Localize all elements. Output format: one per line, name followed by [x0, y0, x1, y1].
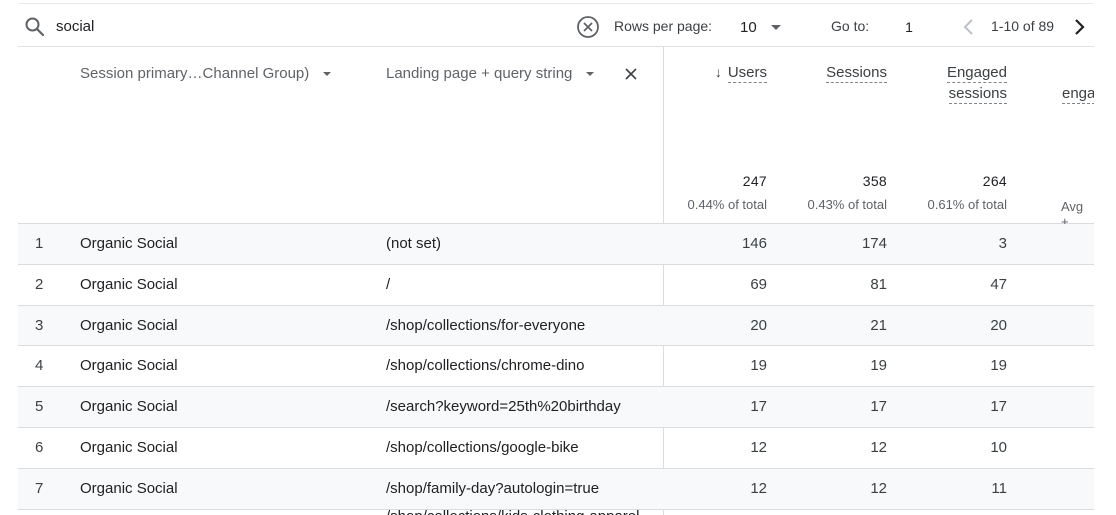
row-index: 4	[35, 357, 44, 375]
sessions-cell: 81	[870, 275, 887, 293]
total-users: 247 0.44% of total	[688, 173, 768, 212]
row-index: 3	[35, 316, 44, 334]
column-header-users[interactable]: ↓ Users	[715, 62, 767, 83]
rows-per-page-select[interactable]: 10	[740, 16, 781, 38]
channel-group-cell: Organic Social	[80, 316, 178, 334]
channel-group-cell: Organic Social	[80, 275, 178, 293]
users-cell: 20	[750, 316, 767, 334]
search-icon	[24, 16, 46, 38]
row-index: 1	[35, 235, 44, 252]
column-header-sessions[interactable]: Sessions	[826, 62, 887, 83]
next-page-button[interactable]	[1070, 17, 1088, 37]
total-sessions-pct: 0.43% of total	[807, 197, 888, 212]
table-header: Session primary…Channel Group) Landing p…	[18, 47, 1094, 229]
engaged-sessions-cell: 10	[990, 438, 1007, 456]
total-engaged-pct: 0.61% of total	[927, 197, 1008, 212]
users-cell: 12	[750, 479, 767, 497]
engaged-sessions-cell: 47	[990, 275, 1007, 293]
table-row[interactable]: 5 Organic Social/search?keyword=25th%20bi…	[18, 387, 1094, 428]
dropdown-caret-icon	[586, 71, 595, 76]
search-input[interactable]	[56, 15, 556, 37]
dimension-2-label: Landing page + query string	[386, 65, 573, 82]
table-row[interactable]: 6 Organic Social/shop/collections/google-…	[18, 428, 1094, 469]
landing-page-cell: /shop/collections/google-bike	[386, 438, 579, 456]
sessions-cell: 12	[870, 438, 887, 456]
table-row[interactable]: 2 Organic Social / 69 81 47	[18, 265, 1094, 306]
landing-page-cell: (not set)	[386, 235, 442, 252]
row-index: 2	[35, 275, 44, 293]
row-index: 7	[35, 479, 44, 497]
table-row[interactable]: 1 Organic Social (not set) 146 174 3	[18, 224, 1094, 265]
sessions-cell: 17	[870, 398, 887, 416]
rows-per-page-value: 10	[740, 18, 757, 36]
engaged-sessions-cell: 3	[998, 235, 1007, 252]
column-header-truncated[interactable]: enga	[1062, 83, 1094, 104]
users-header-label: Users	[727, 64, 767, 83]
channel-group-cell: Organic Social	[80, 438, 178, 456]
landing-page-cell: /search?keyword=25th%20birthday	[386, 398, 621, 416]
table-toolbar: Rows per page: 10 Go to: 1-10 of 89	[18, 3, 1094, 47]
close-icon	[625, 68, 637, 80]
partially-visible-row: /shop/collections/kids-clothing-apparel	[386, 508, 656, 515]
page-range: 1-10 of 89	[991, 18, 1055, 34]
total-engaged-sessions: 264 0.61% of total	[928, 173, 1008, 212]
sort-descending-icon: ↓	[714, 64, 722, 80]
users-cell: 17	[750, 398, 767, 416]
engaged-header-line2: sessions	[948, 85, 1007, 104]
users-cell: 146	[741, 235, 767, 252]
goto-page-input[interactable]	[894, 16, 924, 38]
table-row[interactable]: 7 Organic Social/shop/family-day?autologi…	[18, 468, 1094, 510]
channel-group-cell: Organic Social	[80, 398, 178, 416]
users-cell: 69	[750, 275, 767, 293]
total-engaged-value: 264	[982, 173, 1007, 189]
landing-page-cell: /shop/family-day?autologin=true	[386, 479, 600, 497]
channel-group-cell: Organic Social	[80, 357, 178, 375]
table-body: 1 Organic Social (not set) 146 174 3 2 Organic …	[18, 224, 1094, 510]
goto-label: Go to:	[831, 18, 870, 34]
rows-per-page-label: Rows per page:	[614, 18, 713, 34]
chevron-left-icon	[963, 19, 973, 35]
sessions-cell: 19	[870, 357, 887, 375]
previous-page-button[interactable]	[960, 17, 978, 37]
users-cell: 19	[750, 357, 767, 375]
dimension-1-label: Session primary…Channel Group)	[80, 65, 310, 82]
sessions-header-label: Sessions	[826, 64, 887, 83]
channel-group-cell: Organic Social	[80, 235, 178, 252]
users-cell: 12	[750, 438, 767, 456]
landing-page-cell: /shop/collections/for-everyone	[386, 316, 586, 334]
row-index: 6	[35, 438, 44, 456]
sessions-cell: 21	[870, 316, 887, 334]
engaged-header-line1: Engaged	[946, 64, 1007, 83]
report-table: Rows per page: 10 Go to: 1-10 of 89 Sess…	[18, 0, 1094, 515]
landing-page-cell: /	[386, 275, 391, 293]
table-row[interactable]: 3 Organic Social/shop/collections/for-eve…	[18, 305, 1094, 347]
remove-dimension-button[interactable]	[624, 67, 638, 81]
table-row[interactable]: 4 Organic Social/shop/collections/chrome-…	[18, 346, 1094, 388]
landing-page-cell: /shop/collections/chrome-dino	[386, 357, 585, 375]
clear-circle-icon	[577, 16, 599, 38]
sessions-cell: 174	[861, 235, 887, 252]
engaged-sessions-cell: 19	[990, 357, 1007, 375]
dropdown-caret-icon	[770, 24, 781, 30]
channel-group-cell: Organic Social	[80, 479, 178, 497]
dimension-1-selector[interactable]: Session primary…Channel Group)	[80, 65, 332, 82]
total-sessions-value: 358	[862, 173, 887, 189]
total-users-pct: 0.44% of total	[687, 197, 768, 212]
dropdown-caret-icon	[323, 71, 332, 76]
dimension-2-selector[interactable]: Landing page + query string	[386, 65, 595, 82]
engaged-sessions-cell: 20	[990, 316, 1007, 334]
truncated-header-label: enga	[1062, 85, 1094, 104]
column-header-engaged-sessions[interactable]: Engaged sessions	[946, 62, 1007, 104]
clear-search-button[interactable]	[576, 15, 600, 39]
engaged-sessions-cell: 11	[991, 479, 1007, 497]
chevron-right-icon	[1075, 19, 1085, 35]
engaged-sessions-cell: 17	[990, 398, 1007, 416]
sessions-cell: 12	[870, 479, 887, 497]
total-sessions: 358 0.43% of total	[808, 173, 888, 212]
total-users-value: 247	[742, 173, 767, 189]
row-index: 5	[35, 398, 44, 416]
